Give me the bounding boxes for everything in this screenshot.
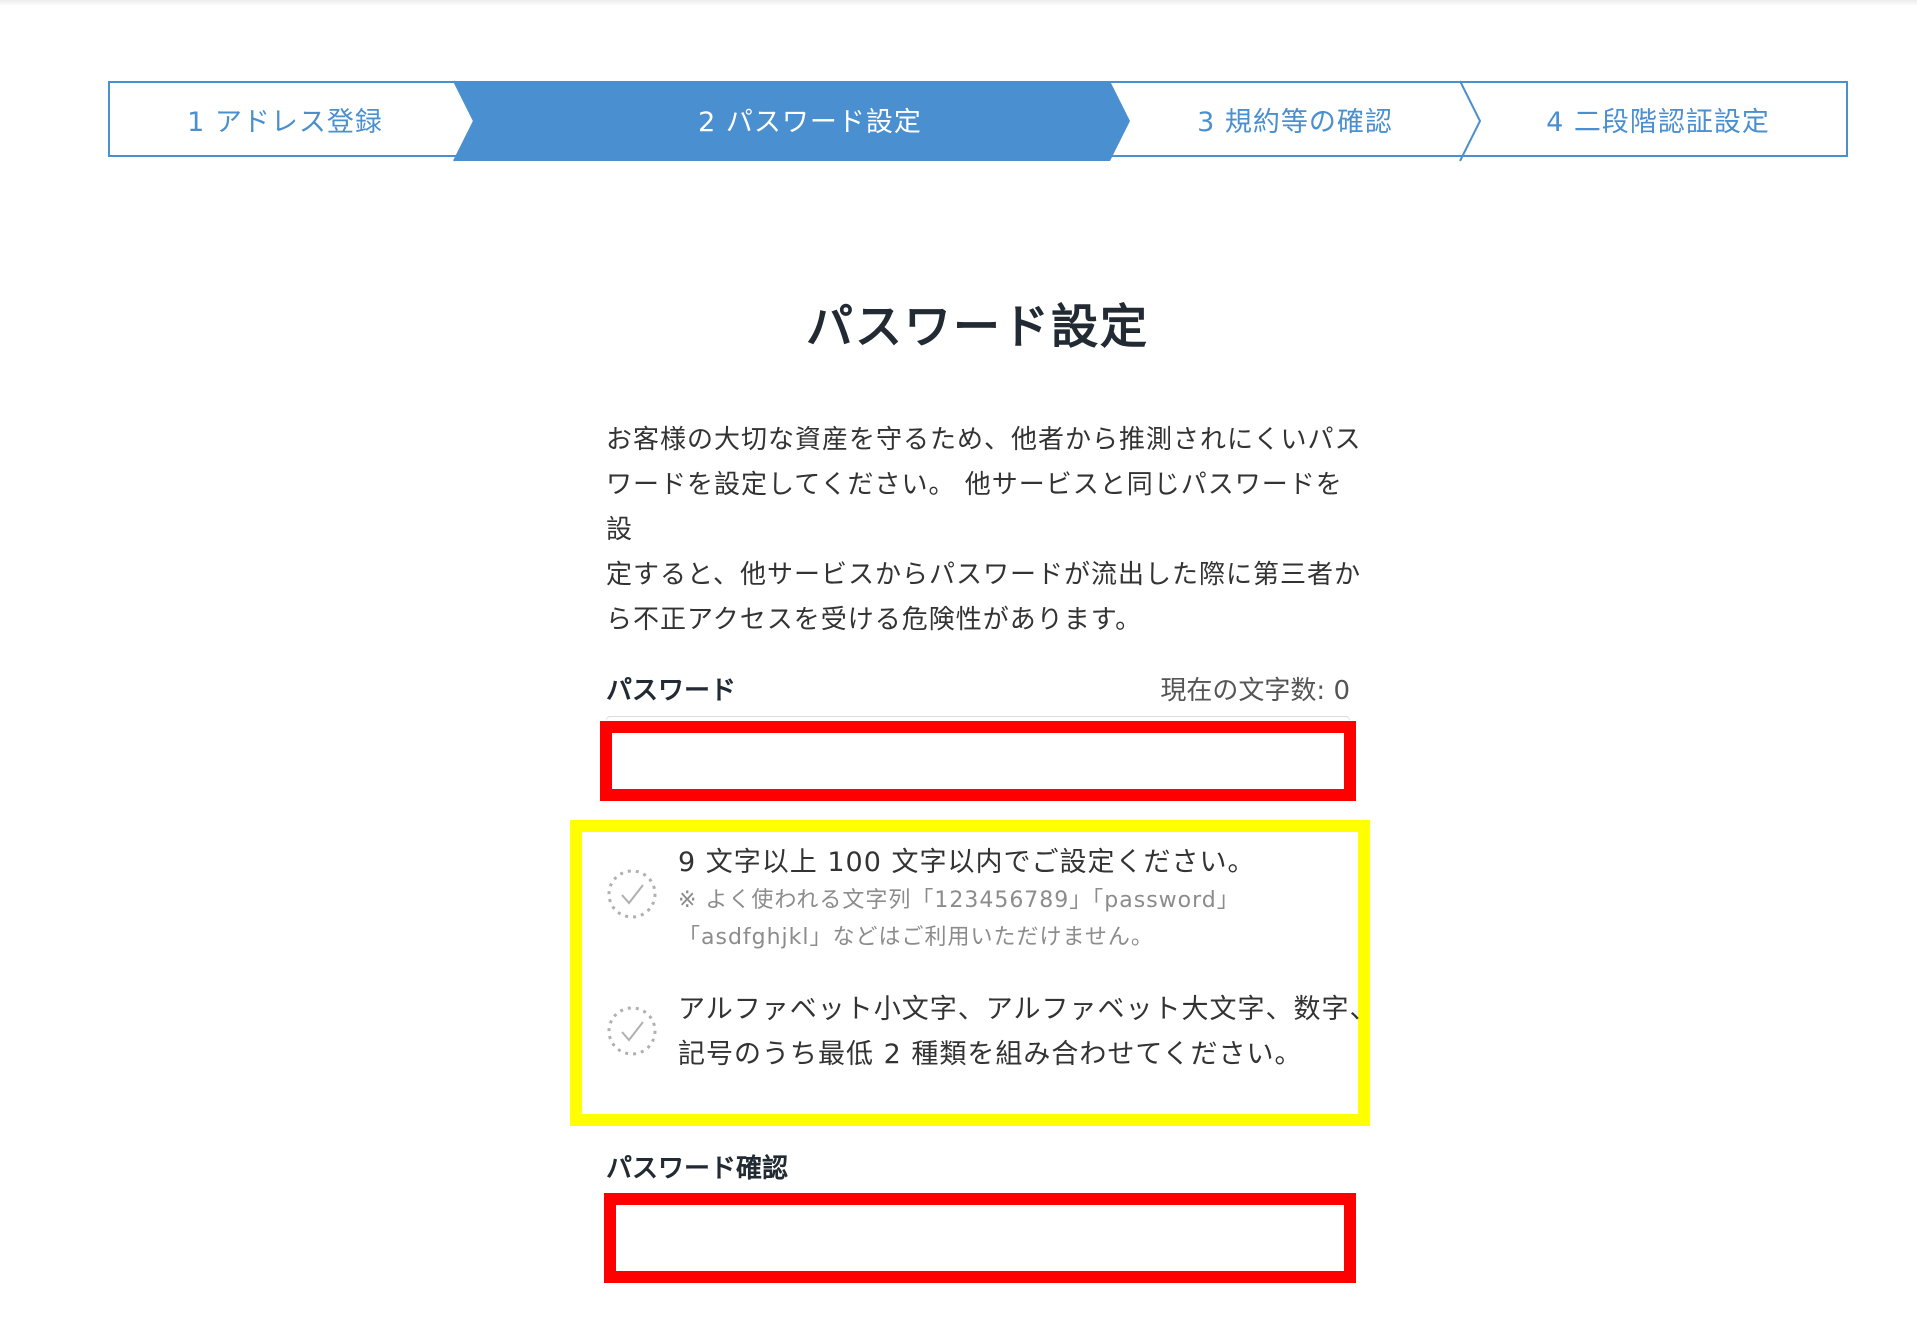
input-top-border (606, 716, 1350, 720)
confirm-password-label: パスワード確認 (606, 1154, 789, 1184)
check-circle-dotted-icon (607, 869, 657, 919)
rule-note: ※ よく使われる文字列「123456789」「password」 (678, 888, 1240, 913)
step-address-registration: 1 アドレス登録 (110, 83, 460, 155)
step-label: 2 パスワード設定 (698, 106, 922, 138)
password-input[interactable] (600, 721, 1356, 801)
rule-text: 9 文字以上 100 文字以内でご設定ください。 (678, 847, 1256, 878)
progress-stepper: 1 アドレス登録 2 パスワード設定 3 規約等の確認 4 二段階認証設定 (108, 80, 1850, 162)
check-circle-dotted-icon (607, 1006, 657, 1056)
step-two-factor-setting: 4 二段階認証設定 (1466, 83, 1850, 155)
rule-note: 「asdfghjkl」などはご利用いただけません。 (678, 925, 1154, 950)
description-line: ら不正アクセスを受ける危険性があります。 (606, 605, 1143, 635)
step-label: 1 アドレス登録 (187, 106, 383, 138)
step-label: 4 二段階認証設定 (1546, 106, 1770, 138)
password-label: パスワード (606, 676, 737, 706)
confirm-password-input[interactable] (604, 1193, 1356, 1283)
char-count: 現在の文字数: 0 (1160, 676, 1350, 706)
rule-text: 記号のうち最低 2 種類を組み合わせてください。 (678, 1039, 1303, 1070)
browser-top-edge (0, 0, 1917, 6)
rule-text: アルファベット小文字、アルファベット大文字、数字、 (678, 994, 1378, 1025)
description-line: お客様の大切な資産を守るため、他者から推測されにくいパス (606, 425, 1362, 455)
step-label: 3 規約等の確認 (1197, 106, 1393, 138)
description-line: ワードを設定してください。 他サービスと同じパスワードを設 (606, 470, 1343, 545)
step-password-setting: 2 パスワード設定 (510, 83, 1110, 155)
description-text: お客様の大切な資産を守るため、他者から推測されにくいパス ワードを設定してくださ… (606, 418, 1366, 643)
description-line: 定すると、他サービスからパスワードが流出した際に第三者か (606, 560, 1361, 590)
page-title: パスワード設定 (806, 300, 1149, 355)
step-terms-confirmation: 3 規約等の確認 (1130, 83, 1460, 155)
